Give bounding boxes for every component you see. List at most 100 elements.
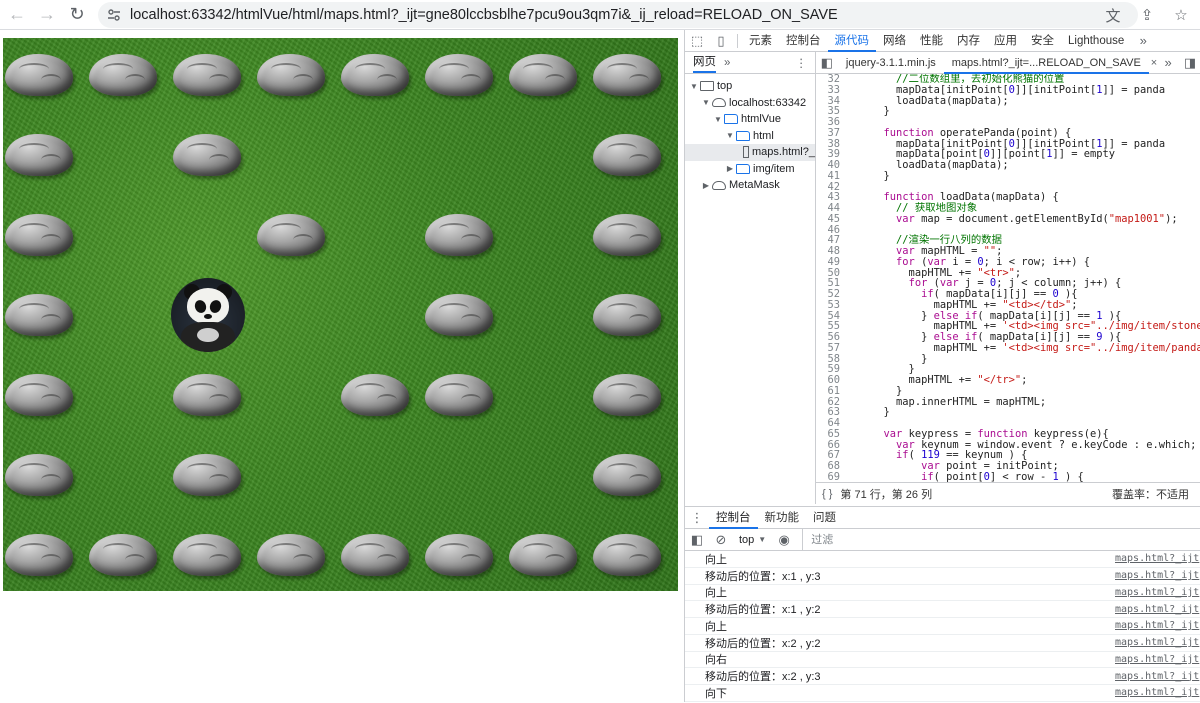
reload-icon[interactable]: ↻	[64, 2, 90, 28]
editor-file-tab[interactable]: jquery-3.1.1.min.js	[838, 52, 944, 74]
devtools-tab[interactable]: Lighthouse	[1061, 30, 1131, 52]
tree-item[interactable]: ▼ html	[685, 128, 815, 145]
console-message-text: 移动后的位置：x:1 , y:3	[705, 570, 821, 583]
console-source-link[interactable]: maps.html?_ijt	[1115, 620, 1200, 631]
back-arrow-icon[interactable]: ←	[4, 2, 30, 28]
stone-icon	[5, 374, 73, 416]
tree-item[interactable]: ▼ localhost:63342	[685, 95, 815, 112]
line-number[interactable]: 65	[816, 428, 846, 440]
console-source-link[interactable]: maps.html?_ijt	[1115, 570, 1200, 581]
drawer-menu-icon[interactable]: ⋮	[685, 507, 709, 529]
editor-file-tabs: ◧ jquery-3.1.1.min.js maps.html?_ijt=...R…	[816, 51, 1200, 74]
devtools-tab[interactable]: 网络	[876, 30, 913, 52]
tree-item[interactable]: ▶ img/item	[685, 161, 815, 178]
stone-tile	[591, 355, 675, 435]
bookmark-star-icon[interactable]: ☆	[1168, 2, 1194, 28]
code-text: function operatePanda(point) {	[883, 126, 1072, 139]
toggle-debugger-icon[interactable]: ◨	[1179, 52, 1200, 74]
devtools-main-toolbar: ⬚ ▯ 元素 控制台 源代码 网络 性能 内存 应用 安全 Lighthouse »	[685, 30, 1200, 52]
share-icon[interactable]: ⇪	[1134, 2, 1160, 28]
site-info-icon[interactable]	[106, 7, 122, 23]
console-source-link[interactable]: maps.html?_ijt	[1115, 587, 1200, 598]
tree-item-label: img/item	[753, 162, 795, 175]
pretty-print-icon[interactable]: { }	[822, 488, 832, 500]
expanded-arrow-icon[interactable]: ▼	[713, 115, 723, 124]
forward-arrow-icon[interactable]: →	[34, 2, 60, 28]
navigator-tab-page[interactable]: 网页	[693, 53, 716, 73]
panda-game-map[interactable]	[3, 38, 678, 591]
console-source-link[interactable]: maps.html?_ijt	[1115, 553, 1200, 564]
line-number[interactable]: 61	[816, 385, 846, 397]
code-line: 61 }	[816, 384, 1200, 397]
live-expression-eye-icon[interactable]: ◉	[772, 529, 796, 551]
devtools-tab[interactable]: 元素	[742, 30, 779, 52]
tree-item[interactable]: ▶ MetaMask	[685, 177, 815, 194]
stone-icon	[5, 534, 73, 576]
line-number[interactable]: 45	[816, 213, 846, 225]
stone-tile	[3, 275, 87, 355]
more-navigator-icon[interactable]: »	[724, 57, 730, 69]
drawer-tab[interactable]: 控制台	[709, 507, 758, 529]
stone-icon	[5, 454, 73, 496]
more-file-tabs-icon[interactable]: »	[1157, 52, 1179, 74]
navigator-menu-icon[interactable]: ⋮	[796, 56, 808, 70]
line-number[interactable]: 41	[816, 170, 846, 182]
console-message-text: 向上	[705, 620, 727, 633]
code-text: mapHTML += '<td><img src="../img/item/pa…	[846, 341, 1200, 354]
expanded-arrow-icon[interactable]: ▼	[725, 131, 735, 140]
devtools-tab[interactable]: 性能	[913, 30, 950, 52]
context-selector[interactable]: top ▼	[733, 534, 772, 546]
devtools-tab[interactable]: 内存	[950, 30, 987, 52]
code-text: }	[846, 406, 890, 419]
line-number[interactable]: 53	[816, 299, 846, 311]
devtools-tab[interactable]: 源代码	[827, 30, 876, 52]
console-source-link[interactable]: maps.html?_ijt	[1115, 654, 1200, 665]
stone-icon	[341, 374, 409, 416]
stone-tile	[423, 195, 507, 275]
stone-icon	[89, 54, 157, 96]
line-number[interactable]: 37	[816, 127, 846, 139]
stone-tile	[339, 38, 423, 115]
inspect-element-icon[interactable]: ⬚	[685, 30, 709, 52]
tree-item[interactable]: ▼ top	[685, 78, 815, 95]
source-code[interactable]: 32 //二位数组里，去初始化熊猫的位置 33 mapData[initPoint…	[816, 74, 1200, 482]
expanded-arrow-icon[interactable]: ▼	[689, 82, 699, 91]
expanded-arrow-icon[interactable]: ▼	[701, 98, 711, 107]
clear-console-icon[interactable]: ⊘	[709, 529, 733, 551]
console-message: 向上 maps.html?_ijt	[685, 551, 1200, 568]
line-number[interactable]: 49	[816, 256, 846, 268]
editor-file-tab[interactable]: maps.html?_ijt=...RELOAD_ON_SAVE	[943, 51, 1149, 74]
console-message-text: 移动后的位置：x:2 , y:3	[705, 671, 821, 684]
drawer-tab[interactable]: 问题	[806, 507, 843, 529]
console-source-link[interactable]: maps.html?_ijt	[1115, 671, 1200, 682]
drawer-tab[interactable]: 新功能	[758, 507, 807, 529]
line-number[interactable]: 33	[816, 84, 846, 96]
stone-tile	[423, 355, 507, 435]
collapsed-arrow-icon[interactable]: ▶	[725, 164, 735, 173]
toggle-navigator-icon[interactable]: ◧	[816, 52, 838, 74]
stone-icon	[257, 534, 325, 576]
device-toolbar-icon[interactable]: ▯	[709, 30, 733, 52]
stone-tile	[507, 515, 591, 591]
line-number[interactable]: 57	[816, 342, 846, 354]
devtools-tab[interactable]: 控制台	[779, 30, 828, 52]
console-source-link[interactable]: maps.html?_ijt	[1115, 637, 1200, 648]
address-bar[interactable]: localhost:63342/htmlVue/html/maps.html?_…	[98, 1, 1138, 28]
collapsed-arrow-icon[interactable]: ▶	[701, 181, 711, 190]
translate-icon[interactable]: 文	[1100, 2, 1126, 28]
devtools-tab[interactable]: 安全	[1024, 30, 1061, 52]
tree-item[interactable]: maps.html?_	[685, 144, 815, 161]
code-text: }	[846, 384, 903, 397]
tree-item[interactable]: ▼ htmlVue	[685, 111, 815, 128]
more-tabs-icon[interactable]: »	[1131, 30, 1155, 52]
console-source-link[interactable]: maps.html?_ijt	[1115, 687, 1200, 698]
console-source-link[interactable]: maps.html?_ijt	[1115, 604, 1200, 615]
console-sidebar-icon[interactable]: ◧	[685, 529, 709, 551]
stone-tile	[423, 275, 507, 355]
stone-icon	[425, 294, 493, 336]
console-filter-input[interactable]: 过滤	[802, 528, 1200, 551]
stone-tile	[591, 115, 675, 195]
devtools-tab[interactable]: 应用	[987, 30, 1024, 52]
line-number[interactable]: 69	[816, 471, 846, 482]
console-message-text: 向下	[705, 687, 727, 700]
